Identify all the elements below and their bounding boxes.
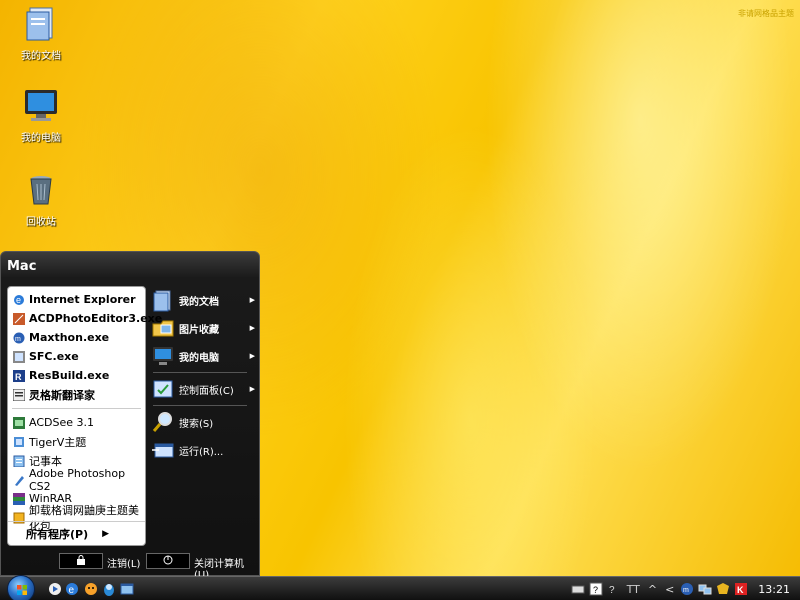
internet-explorer-icon: e bbox=[13, 294, 25, 306]
acd-photo-editor-icon bbox=[13, 312, 25, 325]
desktop-icon-my-computer[interactable]: 我的电脑 bbox=[6, 86, 76, 144]
expand-up-icon[interactable]: ^ bbox=[648, 583, 657, 596]
windows-logo-icon bbox=[17, 585, 27, 595]
svg-text:e: e bbox=[16, 295, 21, 305]
logoff-label[interactable]: 注销(L) bbox=[107, 555, 140, 570]
collapse-left-icon[interactable]: < bbox=[665, 583, 674, 596]
lock-icon bbox=[76, 554, 86, 568]
programs-pane: e Internet Explorer ACDPhotoEditor3.exe … bbox=[7, 286, 162, 546]
font-size-indicator[interactable]: TT bbox=[627, 583, 640, 596]
quicklaunch-media-player-icon[interactable] bbox=[48, 582, 62, 596]
antivirus-icon[interactable]: K bbox=[734, 582, 748, 596]
desktop-icon-recycle-bin[interactable]: 回收站 bbox=[6, 170, 76, 228]
svg-text:e: e bbox=[69, 585, 75, 596]
svg-text:K: K bbox=[737, 585, 744, 595]
svg-text:m: m bbox=[683, 587, 689, 594]
menu-separator bbox=[12, 408, 141, 409]
documents-icon bbox=[151, 288, 175, 312]
places-item-my-documents[interactable]: 我的文档 ▶ bbox=[149, 286, 259, 314]
input-method-icon[interactable]: ? bbox=[607, 582, 621, 596]
sfc-icon bbox=[13, 350, 25, 363]
shutdown-button[interactable] bbox=[146, 553, 190, 569]
run-icon bbox=[151, 438, 175, 462]
submenu-arrow-icon: ▶ bbox=[249, 324, 255, 332]
pinned-item-acd-photo-editor[interactable]: ACDPhotoEditor3.exe bbox=[8, 309, 162, 328]
logoff-button[interactable] bbox=[59, 553, 103, 569]
user-name: Mac bbox=[7, 259, 37, 274]
pinned-item-resbuild[interactable]: R ResBuild.exe bbox=[8, 366, 145, 385]
submenu-arrow-icon: ▶ bbox=[249, 352, 255, 360]
maxthon-tray-icon[interactable]: m bbox=[680, 582, 694, 596]
pictures-icon bbox=[151, 316, 175, 340]
pinned-item-sfc[interactable]: SFC.exe bbox=[8, 347, 145, 366]
submenu-arrow-icon: ▶ bbox=[249, 385, 255, 393]
svg-text:?: ? bbox=[609, 585, 615, 596]
recent-item-tigerv[interactable]: TigerV主题 bbox=[8, 432, 145, 451]
network-icon[interactable] bbox=[698, 582, 712, 596]
pinned-item-internet-explorer[interactable]: e Internet Explorer bbox=[8, 290, 145, 309]
svg-text:m: m bbox=[15, 336, 21, 343]
winrar-icon bbox=[13, 492, 25, 505]
system-tray: ? ? TT ^ < m K 13:21 bbox=[569, 577, 800, 600]
svg-text:R: R bbox=[15, 372, 22, 382]
computer-icon bbox=[151, 344, 175, 368]
menu-separator bbox=[153, 405, 247, 406]
clock[interactable]: 13:21 bbox=[758, 583, 790, 596]
my-documents-icon bbox=[21, 4, 61, 44]
arrow-right-icon: ▶ bbox=[102, 528, 110, 539]
search-icon bbox=[151, 410, 175, 434]
places-item-pictures[interactable]: 图片收藏 ▶ bbox=[149, 314, 259, 342]
quicklaunch-show-desktop-icon[interactable] bbox=[120, 582, 134, 596]
photoshop-icon bbox=[13, 474, 25, 486]
svg-text:?: ? bbox=[593, 585, 598, 595]
maxthon-icon: m bbox=[13, 332, 25, 344]
menu-separator bbox=[153, 372, 247, 373]
tigerv-icon bbox=[13, 436, 25, 448]
desktop-icon-my-documents[interactable]: 我的文档 bbox=[6, 4, 76, 62]
desktop-icon-label: 我的文档 bbox=[21, 51, 61, 62]
acdsee-icon bbox=[13, 416, 25, 429]
pinned-item-maxthon[interactable]: m Maxthon.exe bbox=[8, 328, 145, 347]
my-computer-icon bbox=[21, 86, 61, 126]
resbuild-icon: R bbox=[13, 369, 25, 382]
places-item-run[interactable]: 运行(R)... bbox=[149, 436, 259, 464]
quicklaunch-qq-icon[interactable] bbox=[102, 582, 116, 596]
start-menu-footer: 注销(L) 关闭计算机(U) bbox=[1, 547, 259, 581]
all-programs-button[interactable]: 所有程序(P) ▶ bbox=[8, 521, 145, 545]
security-icon[interactable] bbox=[716, 582, 730, 596]
places-item-search[interactable]: 搜索(S) bbox=[149, 408, 259, 436]
places-item-control-panel[interactable]: 控制面板(C) ▶ bbox=[149, 375, 259, 403]
start-button[interactable] bbox=[7, 575, 35, 600]
quicklaunch-internet-explorer-icon[interactable]: e bbox=[65, 582, 79, 596]
power-icon bbox=[163, 555, 173, 568]
notepad-icon bbox=[13, 455, 25, 467]
watermark: 非请网格品主题 bbox=[738, 9, 794, 18]
pinned-item-lingoes[interactable]: 灵格斯翻译家 bbox=[8, 385, 145, 404]
submenu-arrow-icon: ▶ bbox=[249, 296, 255, 304]
keyboard-icon[interactable] bbox=[571, 582, 585, 596]
start-menu: Mac e Internet Explorer ACDPhotoEditor3.… bbox=[0, 251, 260, 581]
desktop-icon-label: 我的电脑 bbox=[21, 133, 61, 144]
control-panel-icon bbox=[151, 377, 175, 401]
recent-item-photoshop[interactable]: Adobe Photoshop CS2 bbox=[8, 467, 145, 493]
desktop-icon-label: 回收站 bbox=[26, 217, 56, 228]
recycle-bin-icon bbox=[21, 170, 61, 210]
places-item-my-computer[interactable]: 我的电脑 ▶ bbox=[149, 342, 259, 370]
taskbar: e ? ? TT ^ < m K 13:21 bbox=[0, 575, 800, 600]
recent-item-acdsee[interactable]: ACDSee 3.1 bbox=[8, 413, 145, 432]
lingoes-icon bbox=[12, 388, 26, 401]
quicklaunch-messenger-icon[interactable] bbox=[84, 582, 98, 596]
places-pane: 我的文档 ▶ 图片收藏 ▶ 我的电脑 ▶ 控制面板(C) ▶ 搜索(S) 运行(… bbox=[149, 286, 259, 464]
help-icon[interactable]: ? bbox=[589, 582, 603, 596]
